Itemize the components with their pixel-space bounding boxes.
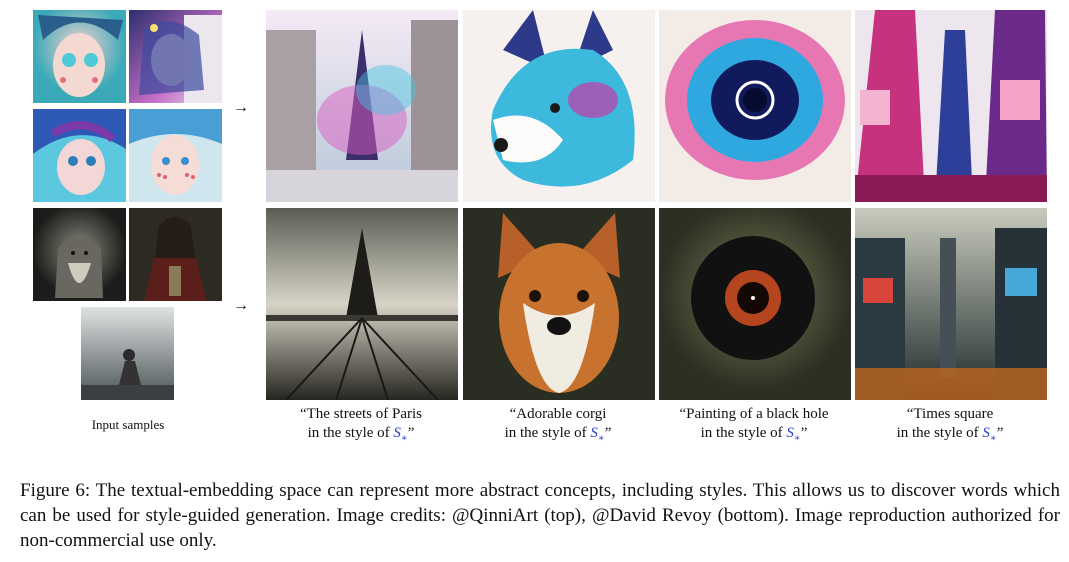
caption-corgi: “Adorable corgi in the style of S∗” [461, 405, 655, 448]
caption-prefix: in the style of [307, 425, 394, 441]
style-token-subscript: ∗ [597, 433, 605, 444]
caption-line2: in the style of S∗” [264, 424, 458, 448]
output-paris-dark [266, 208, 458, 400]
caption-line2: in the style of S∗” [853, 424, 1047, 448]
input-samples-label: Input samples [91, 417, 165, 432]
caption-prefix: in the style of [896, 425, 983, 441]
input-sample-top-3 [33, 109, 126, 202]
caption-suffix: ” [996, 425, 1004, 441]
style-token: S∗ [786, 425, 801, 444]
style-token: S∗ [590, 425, 605, 444]
output-timessquare-watercolor [855, 10, 1047, 202]
figure-caption: Figure 6: The textual-embedding space ca… [20, 480, 1060, 551]
output-blackhole-watercolor [659, 10, 851, 202]
input-sample-top-1 [33, 10, 126, 103]
style-token-subscript: ∗ [400, 433, 408, 444]
caption-timessquare: “Times square in the style of S∗” [853, 405, 1047, 448]
caption-suffix: ” [407, 425, 415, 441]
caption-line1: “Adorable corgi [509, 406, 607, 422]
style-token-letter: S [590, 425, 598, 441]
input-sample-top-2 [129, 10, 222, 103]
caption-line1: “Painting of a black hole [679, 406, 829, 422]
caption-line2: in the style of S∗” [657, 424, 851, 448]
caption-prefix: in the style of [504, 425, 591, 441]
arrow-icon-top: → [233, 99, 249, 116]
input-sample-bottom-2 [129, 208, 222, 301]
output-corgi-watercolor [463, 10, 655, 202]
output-timessquare-dark [855, 208, 1047, 400]
output-paris-watercolor [266, 10, 458, 202]
arrow-icon-bottom: → [233, 297, 249, 314]
input-sample-top-4 [129, 109, 222, 202]
style-token: S∗ [982, 425, 997, 444]
style-token-subscript: ∗ [793, 433, 801, 444]
caption-suffix: ” [800, 425, 808, 441]
caption-prefix: in the style of [700, 425, 787, 441]
caption-line1: “Times square [906, 406, 994, 422]
input-sample-bottom-1 [33, 208, 126, 301]
caption-line1: “The streets of Paris [299, 406, 423, 422]
style-token-letter: S [982, 425, 990, 441]
style-token-letter: S [393, 425, 401, 441]
input-sample-bottom-3 [81, 307, 174, 400]
caption-line2: in the style of S∗” [461, 424, 655, 448]
style-token-letter: S [786, 425, 794, 441]
output-corgi-dark [463, 208, 655, 400]
style-token: S∗ [393, 425, 408, 444]
caption-paris: “The streets of Paris in the style of S∗… [264, 405, 458, 448]
caption-blackhole: “Painting of a black hole in the style o… [657, 405, 851, 448]
style-token-subscript: ∗ [989, 433, 997, 444]
caption-suffix: ” [604, 425, 612, 441]
output-blackhole-dark [659, 208, 851, 400]
